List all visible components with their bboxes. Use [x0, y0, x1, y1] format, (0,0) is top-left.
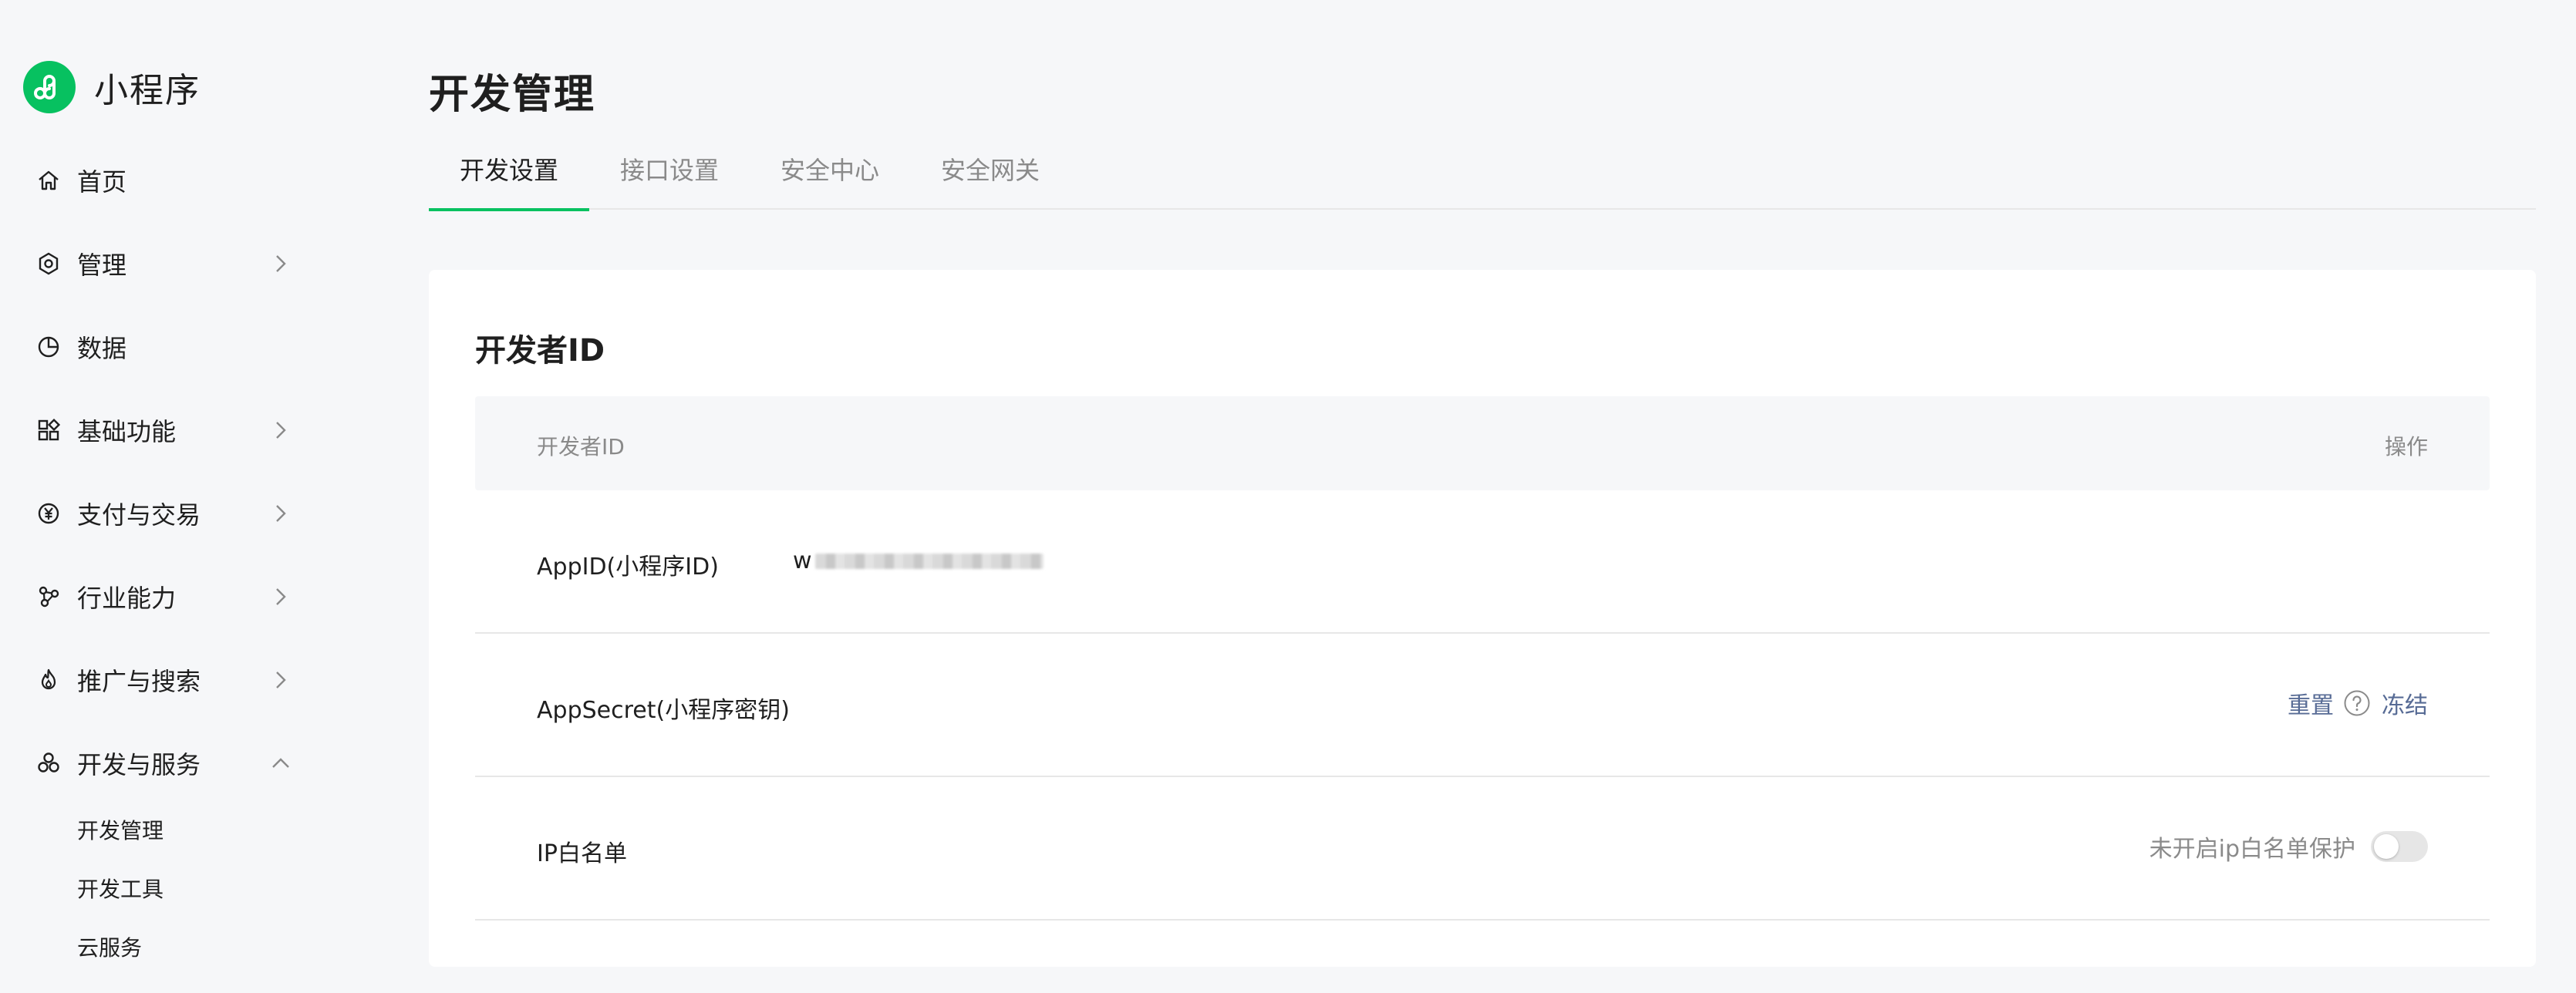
sidebar-item-label: 支付与交易 — [77, 500, 201, 530]
chevron-right-icon — [270, 503, 292, 524]
sidebar-item-label: 推广与搜索 — [77, 667, 201, 696]
table-row-ip-whitelist: IP白名单 未开启ip白名单保护 — [475, 777, 2490, 921]
appid-value-blurred — [814, 553, 1044, 569]
appsecret-actions: 重置 冻结 — [2288, 686, 2428, 720]
sidebar-item-label: 首页 — [77, 167, 127, 197]
sidebar: 小程序 首页 管理 数据 基础功能 支付与交易 行业能力 推广与搜索 开发与服务… — [0, 0, 401, 993]
reset-button[interactable]: 重置 — [2288, 686, 2334, 720]
chevron-right-icon — [270, 586, 292, 608]
sidebar-item-manage[interactable]: 管理 — [0, 233, 324, 295]
brand[interactable]: 小程序 — [23, 60, 201, 114]
sidebar-item-label: 管理 — [77, 251, 127, 280]
chevron-right-icon — [270, 253, 292, 274]
mini-program-logo-icon — [23, 61, 76, 113]
tab-label: 开发设置 — [459, 156, 558, 185]
table-row-appid: AppID(小程序ID) w — [475, 490, 2490, 634]
ip-whitelist-label: IP白名单 — [537, 840, 627, 867]
sidebar-item-industry[interactable]: 行业能力 — [0, 566, 324, 628]
table-header: 开发者ID 操作 — [475, 396, 2490, 490]
tab-label: 安全中心 — [780, 156, 879, 185]
molecule-icon — [34, 582, 63, 611]
ip-whitelist-toggle[interactable] — [2371, 831, 2428, 862]
tab-dev-settings[interactable]: 开发设置 — [429, 151, 589, 211]
chevron-right-icon — [270, 419, 292, 441]
page-title: 开发管理 — [429, 72, 596, 118]
home-icon — [34, 166, 63, 195]
ip-whitelist-status: 未开启ip白名单保护 — [2149, 836, 2355, 863]
three-circles-icon — [34, 749, 63, 778]
sidebar-subitem-dev-management[interactable]: 开发管理 — [77, 814, 164, 845]
flame-icon — [34, 665, 63, 695]
sidebar-item-label: 开发与服务 — [77, 750, 201, 779]
pie-chart-icon — [34, 332, 63, 362]
tab-api-settings[interactable]: 接口设置 — [589, 151, 750, 210]
tab-bar: 开发设置 接口设置 安全中心 安全网关 — [429, 151, 2536, 211]
sidebar-item-label: 行业能力 — [77, 584, 177, 613]
tab-security-gateway[interactable]: 安全网关 — [910, 151, 1071, 210]
ip-whitelist-actions: 未开启ip白名单保护 — [2149, 830, 2428, 863]
tab-label: 接口设置 — [619, 156, 719, 185]
card-title: 开发者ID — [475, 333, 605, 369]
appid-label: AppID(小程序ID) — [537, 554, 719, 581]
appid-value-prefix: w — [793, 547, 812, 574]
chevron-right-icon — [270, 669, 292, 691]
appsecret-label: AppSecret(小程序密钥) — [537, 697, 790, 724]
column-header-developer-id: 开发者ID — [537, 434, 625, 459]
developer-id-card: 开发者ID 开发者ID 操作 AppID(小程序ID) w AppSecret(… — [429, 270, 2536, 967]
yuan-circle-icon — [34, 499, 63, 528]
hexagon-settings-icon — [34, 249, 63, 278]
sidebar-item-promotion[interactable]: 推广与搜索 — [0, 649, 324, 711]
question-circle-icon[interactable] — [2343, 689, 2371, 717]
grid-apps-icon — [34, 416, 63, 445]
chevron-up-icon — [270, 752, 292, 774]
sidebar-subitem-dev-tools[interactable]: 开发工具 — [77, 873, 164, 904]
column-header-actions: 操作 — [2384, 434, 2428, 459]
table-row-appsecret: AppSecret(小程序密钥) 重置 冻结 — [475, 634, 2490, 777]
tab-label: 安全网关 — [940, 156, 1040, 185]
sidebar-item-label: 基础功能 — [77, 417, 177, 446]
tab-security-center[interactable]: 安全中心 — [750, 151, 910, 210]
app-root: 小程序 首页 管理 数据 基础功能 支付与交易 行业能力 推广与搜索 开发与服务… — [0, 0, 2576, 993]
toggle-knob — [2374, 834, 2399, 859]
sidebar-item-dev-services[interactable]: 开发与服务 — [0, 732, 324, 794]
sidebar-item-basic-features[interactable]: 基础功能 — [0, 399, 324, 461]
freeze-button[interactable]: 冻结 — [2382, 686, 2428, 720]
sidebar-item-payment[interactable]: 支付与交易 — [0, 483, 324, 544]
sidebar-item-data[interactable]: 数据 — [0, 316, 324, 378]
appid-value: w — [793, 547, 1044, 574]
sidebar-subitem-cloud-services[interactable]: 云服务 — [77, 931, 142, 962]
tab-active-indicator — [429, 208, 589, 211]
sidebar-item-home[interactable]: 首页 — [0, 150, 324, 211]
sidebar-item-label: 数据 — [77, 334, 127, 363]
brand-name: 小程序 — [94, 71, 201, 110]
